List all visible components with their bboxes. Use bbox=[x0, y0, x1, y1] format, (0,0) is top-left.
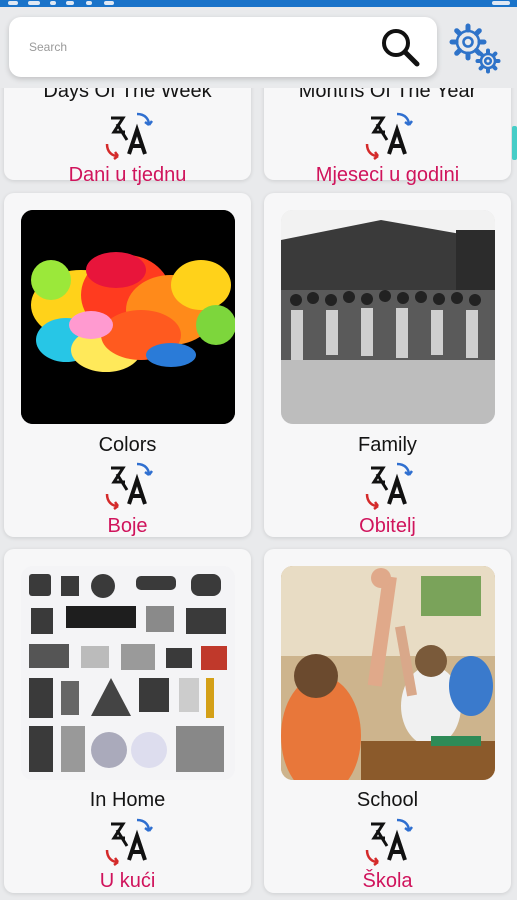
translate-icon bbox=[365, 462, 413, 510]
category-card-family[interactable]: Family Obitelj bbox=[264, 193, 511, 537]
in-home-image bbox=[21, 566, 235, 780]
category-card-school[interactable]: School Škola bbox=[264, 549, 511, 893]
category-english-label: Family bbox=[358, 434, 417, 456]
translate-icon bbox=[105, 462, 153, 510]
category-card-months-of-the-year[interactable]: Months Of The Year Mjeseci u godini bbox=[264, 88, 511, 186]
category-croatian-label: Mjeseci u godini bbox=[315, 164, 460, 186]
search-bar[interactable] bbox=[9, 17, 437, 77]
category-english-label: School bbox=[356, 789, 419, 811]
category-croatian-label: Dani u tjednu bbox=[68, 164, 187, 186]
category-card-in-home[interactable]: In Home U kući bbox=[4, 549, 251, 893]
family-image bbox=[281, 210, 495, 424]
school-image bbox=[281, 566, 495, 780]
category-croatian-label: Obitelj bbox=[359, 515, 416, 537]
category-grid[interactable]: Days Of The Week Dani u tjednu Months Of… bbox=[0, 88, 517, 900]
translate-icon bbox=[105, 112, 153, 160]
category-croatian-label: U kući bbox=[99, 870, 156, 892]
category-croatian-label: Boje bbox=[107, 515, 148, 537]
category-english-label: Months Of The Year bbox=[298, 88, 477, 102]
status-icon bbox=[50, 1, 56, 5]
battery-icon bbox=[492, 1, 510, 5]
status-icon bbox=[8, 1, 18, 5]
search-input[interactable] bbox=[29, 37, 329, 57]
colors-image bbox=[21, 210, 235, 424]
category-english-label: Colors bbox=[98, 434, 157, 456]
translate-icon bbox=[365, 112, 413, 160]
status-icon bbox=[86, 1, 92, 5]
category-card-days-of-the-week[interactable]: Days Of The Week Dani u tjednu bbox=[4, 88, 251, 186]
category-english-label: Days Of The Week bbox=[43, 88, 212, 102]
translate-icon bbox=[105, 818, 153, 866]
gear-icon[interactable] bbox=[448, 22, 504, 76]
category-card-colors[interactable]: Colors Boje bbox=[4, 193, 251, 537]
search-icon[interactable] bbox=[379, 26, 421, 68]
status-icon bbox=[28, 1, 40, 5]
status-icon bbox=[66, 1, 74, 5]
translate-icon bbox=[365, 818, 413, 866]
scroll-indicator[interactable] bbox=[512, 126, 517, 160]
category-english-label: In Home bbox=[89, 789, 166, 811]
status-icon bbox=[104, 1, 114, 5]
status-bar bbox=[0, 0, 517, 7]
category-croatian-label: Škola bbox=[362, 870, 413, 892]
